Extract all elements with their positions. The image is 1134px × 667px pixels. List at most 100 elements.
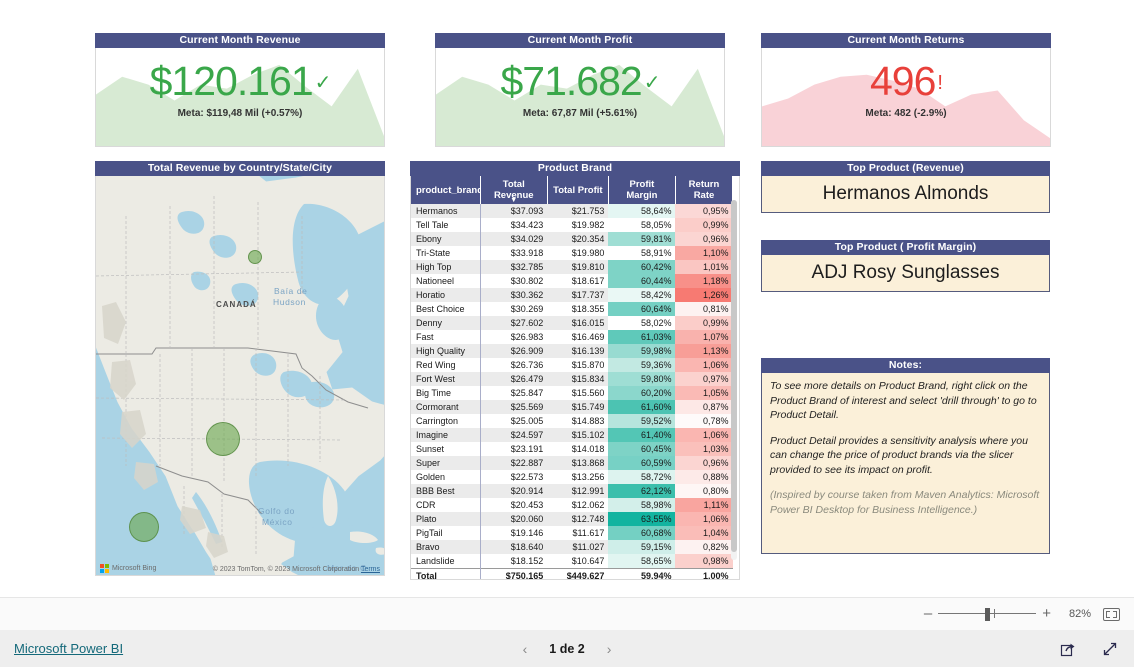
- cell-profit-margin: 63,55%: [608, 512, 676, 526]
- cell-profit-margin: 60,59%: [608, 456, 676, 470]
- table-row[interactable]: Ebony $34.029 $20.354 59,81% 0,96%: [411, 232, 733, 246]
- cell-total-profit: $19.980: [571, 248, 605, 258]
- previous-page-button[interactable]: ‹: [523, 641, 528, 657]
- table-row[interactable]: Imagine $24.597 $15.102 61,40% 1,06%: [411, 428, 733, 442]
- column-header-product-brand[interactable]: product_brand: [411, 176, 483, 204]
- column-header-total-profit[interactable]: Total Profit: [547, 176, 609, 204]
- cell-total-revenue: $25.569: [479, 400, 548, 414]
- map-terms-link[interactable]: Terms: [361, 566, 380, 573]
- cell-total-profit: $11.027: [547, 540, 609, 554]
- table-row[interactable]: Big Time $25.847 $15.560 60,20% 1,05%: [411, 386, 733, 400]
- cell-total-revenue: $37.093: [479, 204, 548, 218]
- cell-return-rate: 1,06%: [675, 358, 733, 372]
- cell-return-rate: 0,95%: [675, 204, 733, 218]
- product-brand-table: product_brand Total Revenue ▼ Total Prof…: [411, 176, 734, 579]
- fit-to-page-icon[interactable]: [1103, 607, 1120, 621]
- table-row[interactable]: High Quality $26.909 $16.139 59,98% 1,13%: [411, 344, 733, 358]
- table-row[interactable]: BBB Best $20.914 $12.991 62,12% 0,80%: [411, 484, 733, 498]
- table-row[interactable]: Fort West $26.479 $15.834 59,80% 0,97%: [411, 372, 733, 386]
- table-row[interactable]: Fast $26.983 $16.469 61,03% 1,07%: [411, 330, 733, 344]
- card-top-product-revenue[interactable]: Top Product (Revenue) Hermanos Almonds: [761, 161, 1050, 213]
- card-body: Hermanos Almonds: [761, 176, 1050, 213]
- cell-total-profit: $14.883: [571, 416, 605, 426]
- notes-card[interactable]: Notes: To see more details on Product Br…: [761, 358, 1050, 554]
- cell-return-rate: 1,01%: [675, 260, 733, 274]
- table-row[interactable]: Red Wing $26.736 $15.870 59,36% 1,06%: [411, 358, 733, 372]
- zoom-slider-handle[interactable]: [985, 608, 991, 621]
- kpi-card-current-month-profit[interactable]: Current Month Profit $71.682 ✓ Meta: 67,8…: [435, 33, 725, 147]
- notes-paragraph-2: Product Detail provides a sensitivity an…: [770, 434, 1028, 476]
- zoom-out-button[interactable]: –: [924, 606, 932, 621]
- bing-label: Microsoft Bing: [112, 565, 157, 572]
- power-bi-link[interactable]: Microsoft Power BI: [14, 641, 123, 656]
- card-top-product-profit-margin[interactable]: Top Product ( Profit Margin) ADJ Rosy Su…: [761, 240, 1050, 292]
- total-revenue: $750.165: [479, 568, 548, 579]
- cell-return-rate: 0,78%: [675, 414, 733, 428]
- notes-paragraph-3: (Inspired by course taken from Maven Ana…: [770, 489, 1040, 516]
- share-icon[interactable]: [1060, 641, 1076, 657]
- table-row[interactable]: Best Choice $30.269 $18.355 60,64% 0,81%: [411, 302, 733, 316]
- table-row[interactable]: Denny $27.602 $16.015 58,02% 0,99%: [411, 316, 733, 330]
- table-visual-product-brand[interactable]: Product Brand product_brand Total Revenu…: [410, 161, 740, 580]
- cell-profit-margin: 60,68%: [608, 526, 676, 540]
- cell-total-revenue: $34.029: [479, 232, 548, 246]
- cell-return-rate: 1,26%: [675, 288, 733, 302]
- kpi-card-current-month-returns[interactable]: Current Month Returns 496! Meta: 482 (-2…: [761, 33, 1051, 147]
- cell-profit-margin: 60,64%: [608, 302, 676, 316]
- cell-total-profit: $16.139: [547, 344, 609, 358]
- zoom-slider-tick: [994, 609, 996, 618]
- cell-total-profit: $13.868: [547, 456, 609, 470]
- cell-return-rate: 0,96%: [675, 232, 733, 246]
- table-rows: Hermanos $37.093 $21.753 58,64% 0,95% Tell Ta…: [411, 204, 733, 579]
- table-row[interactable]: Golden $22.573 $13.256 58,72% 0,88%: [411, 470, 733, 484]
- table-row[interactable]: Tri-State $33.918 $19.980 58,91% 1,10%: [411, 246, 733, 260]
- status-bar: – + 82%: [0, 597, 1134, 630]
- table-row[interactable]: CDR $20.453 $12.062 58,98% 1,11%: [411, 498, 733, 512]
- table-row[interactable]: Hermanos $37.093 $21.753 58,64% 0,95%: [411, 204, 733, 218]
- map-bubble-marker[interactable]: [129, 512, 159, 542]
- cell-product-brand: Horatio: [411, 288, 481, 302]
- map-visual-total-revenue-by-geography[interactable]: Total Revenue by Country/State/City CANA…: [95, 161, 385, 576]
- cell-profit-margin: 59,81%: [608, 232, 676, 246]
- column-header-total-revenue[interactable]: Total Revenue ▼: [480, 176, 548, 204]
- map-canvas[interactable]: CANADÁ ESTADOS UNIDOS MÉXICO GUATEMALA N…: [95, 176, 385, 576]
- zoom-slider[interactable]: [938, 608, 1037, 621]
- cell-total-profit: $15.749: [547, 400, 609, 414]
- column-header-return-rate[interactable]: Return Rate: [675, 176, 734, 204]
- table-row[interactable]: PigTail $19.146 $11.617 60,68% 1,04%: [411, 526, 733, 540]
- table-row[interactable]: Horatio $30.362 $17.737 58,42% 1,26%: [411, 288, 733, 302]
- table-row[interactable]: Tell Tale $34.423 $19.982 58,05% 0,99%: [411, 218, 733, 232]
- table-row[interactable]: Cormorant $25.569 $15.749 61,60% 0,87%: [411, 400, 733, 414]
- table-row[interactable]: Sunset $23.191 $14.018 60,45% 1,03%: [411, 442, 733, 456]
- table-row[interactable]: Carrington $25.005 $14.883 59,52% 0,78%: [411, 414, 733, 428]
- cell-profit-margin: 58,72%: [608, 470, 676, 484]
- cell-total-profit: $13.256: [571, 472, 605, 482]
- zoom-in-button[interactable]: +: [1042, 606, 1051, 621]
- map-bubble-marker[interactable]: [206, 422, 240, 456]
- table-row[interactable]: Landslide $18.152 $10.647 58,65% 0,98%: [411, 554, 733, 569]
- column-header-profit-margin[interactable]: Profit Margin: [608, 176, 676, 204]
- table-vertical-scrollbar[interactable]: [731, 200, 737, 560]
- next-page-button[interactable]: ›: [607, 641, 612, 657]
- table-row[interactable]: Bravo $18.640 $11.027 59,15% 0,82%: [411, 540, 733, 554]
- zoom-control[interactable]: – +: [924, 606, 1051, 621]
- map-bubble-marker[interactable]: [248, 250, 262, 264]
- cell-return-rate: 1,18%: [675, 274, 733, 288]
- kpi-card-current-month-revenue[interactable]: Current Month Revenue $120.161 ✓ Meta: $1…: [95, 33, 385, 147]
- table-row[interactable]: Nationeel $30.802 $18.617 60,44% 1,18%: [411, 274, 733, 288]
- table-row[interactable]: Plato $20.060 $12.748 63,55% 1,06%: [411, 512, 733, 526]
- cell-return-rate: 1,03%: [675, 442, 733, 456]
- cell-total-revenue: $26.983: [479, 330, 548, 344]
- cell-total-revenue: $20.453: [479, 498, 548, 512]
- fullscreen-icon[interactable]: [1102, 641, 1118, 657]
- cell-total-profit: $16.015: [547, 316, 609, 330]
- cell-profit-margin: 60,20%: [608, 386, 676, 400]
- cell-return-rate: 0,99%: [675, 218, 733, 232]
- cell-total-profit: $15.102: [547, 428, 609, 442]
- table-row[interactable]: High Top $32.785 $19.810 60,42% 1,01%: [411, 260, 733, 274]
- cell-product-brand: Carrington: [416, 416, 459, 426]
- table-row[interactable]: Super $22.887 $13.868 60,59% 0,96%: [411, 456, 733, 470]
- cell-total-revenue: $18.640: [479, 540, 548, 554]
- table-body: product_brand Total Revenue ▼ Total Prof…: [410, 176, 740, 580]
- cell-profit-margin: 62,12%: [608, 484, 676, 498]
